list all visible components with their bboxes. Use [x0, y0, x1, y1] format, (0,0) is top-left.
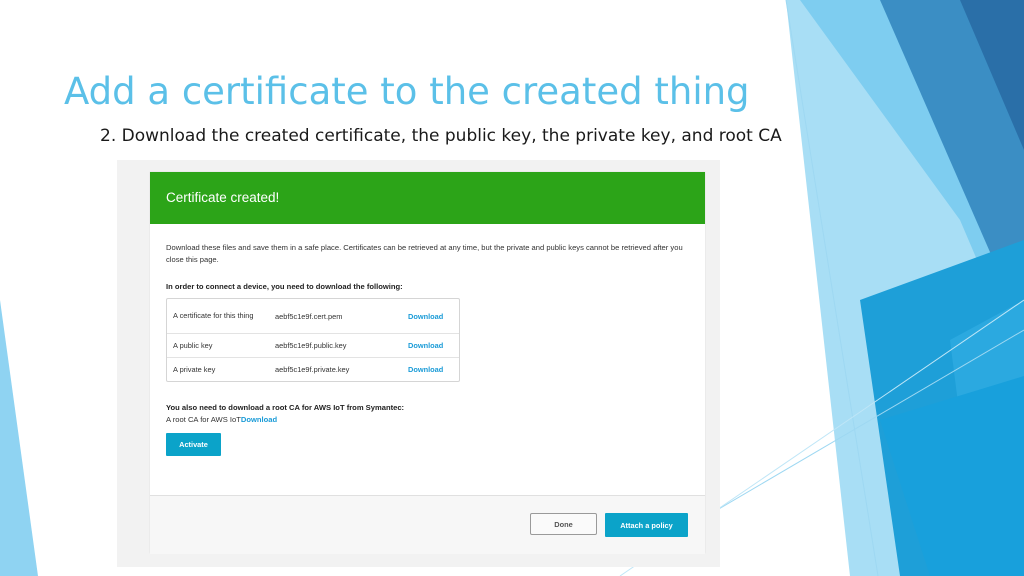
slide-title: Add a certificate to the created thing: [64, 70, 750, 113]
attach-policy-button[interactable]: Attach a policy: [605, 513, 688, 537]
done-button[interactable]: Done: [530, 513, 597, 535]
root-ca-line: A root CA for AWS IoTDownload: [166, 415, 277, 424]
download-public-key-link[interactable]: Download: [408, 341, 443, 350]
file-row-public-key: A public key aebf5c1e9f.public.key Downl…: [167, 334, 459, 358]
file-row-certificate: A certificate for this thing aebf5c1e9f.…: [167, 299, 459, 334]
file-description: A certificate for this thing: [173, 311, 254, 320]
download-notice: Download these files and save them in a …: [166, 243, 683, 264]
slide-subtitle: 2. Download the created certificate, the…: [100, 126, 782, 146]
certificate-dialog: Certificate created! Download these file…: [150, 172, 705, 554]
file-name: aebf5c1e9f.public.key: [275, 341, 347, 350]
file-row-private-key: A private key aebf5c1e9f.private.key Dow…: [167, 358, 459, 381]
download-certificate-link[interactable]: Download: [408, 312, 443, 321]
files-table: A certificate for this thing aebf5c1e9f.…: [166, 298, 460, 382]
file-name: aebf5c1e9f.cert.pem: [275, 311, 343, 321]
download-private-key-link[interactable]: Download: [408, 365, 443, 374]
activate-button[interactable]: Activate: [166, 433, 221, 456]
file-description: A public key: [173, 340, 213, 350]
download-root-ca-link[interactable]: Download: [241, 415, 277, 424]
console-screenshot: Certificate created! Download these file…: [117, 160, 720, 567]
dialog-footer: Done Attach a policy: [150, 495, 705, 554]
root-ca-label: A root CA for AWS IoT: [166, 415, 241, 424]
requirement-heading: In order to connect a device, you need t…: [166, 282, 403, 291]
root-ca-heading: You also need to download a root CA for …: [166, 403, 405, 412]
file-name: aebf5c1e9f.private.key: [275, 365, 350, 374]
dialog-header: Certificate created!: [150, 172, 705, 224]
file-description: A private key: [173, 364, 216, 374]
